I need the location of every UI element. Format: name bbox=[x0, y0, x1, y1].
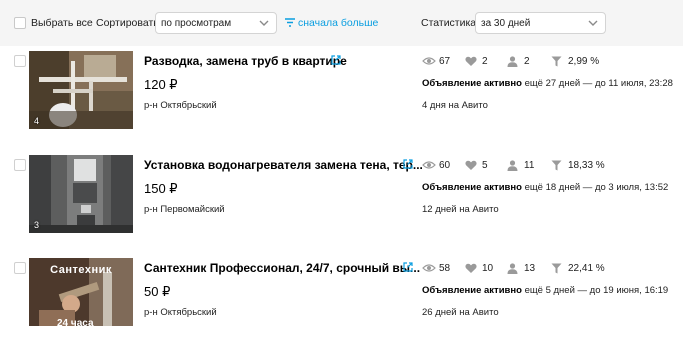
listing-row: 3 Установка водонагревателя замена тена,… bbox=[0, 155, 683, 251]
listing-days-on-site: 26 дней на Авито bbox=[422, 307, 499, 318]
person-icon bbox=[507, 160, 518, 171]
listing-district: р-н Первомайский bbox=[144, 204, 225, 215]
heart-icon bbox=[465, 263, 477, 273]
conversion-value: 18,33 % bbox=[568, 160, 605, 171]
favorites-count: 2 bbox=[482, 56, 488, 67]
listing-status: Объявление активно ещё 18 дней — до 3 ию… bbox=[422, 182, 668, 193]
select-all-label[interactable]: Выбрать все bbox=[31, 17, 93, 29]
listing-title[interactable]: Установка водонагревателя замена тена, т… bbox=[144, 158, 423, 172]
listing-title[interactable]: Разводка, замена труб в квартире bbox=[144, 54, 347, 68]
listing-checkbox[interactable] bbox=[14, 262, 26, 274]
photo-overlay-text: Сантехник bbox=[50, 264, 112, 276]
listing-photo[interactable]: Сантехник 24 часа bbox=[29, 258, 133, 326]
listing-district: р-н Октябрьский bbox=[144, 307, 217, 318]
funnel-icon bbox=[551, 263, 562, 274]
photo-count: 4 bbox=[34, 116, 40, 126]
status-expiry: ещё 18 дней — до 3 июля, 13:52 bbox=[524, 182, 669, 193]
contacts-count: 11 bbox=[524, 160, 535, 171]
listing-district: р-н Октябрьский bbox=[144, 100, 217, 111]
favorites-count: 5 bbox=[482, 160, 488, 171]
stats-period-select[interactable]: за 30 дней bbox=[475, 12, 606, 34]
eye-icon bbox=[422, 264, 436, 272]
select-all-checkbox[interactable] bbox=[14, 17, 26, 29]
stats-period-value: за 30 дней bbox=[481, 18, 531, 29]
heart-icon bbox=[465, 56, 477, 66]
status-expiry: ещё 27 дней — до 11 июля, 23:28 bbox=[524, 78, 673, 89]
listing-price: 120 ₽ bbox=[144, 77, 178, 92]
conversion-value: 2,99 % bbox=[568, 56, 600, 67]
status-active-label: Объявление активно bbox=[422, 285, 522, 296]
views-count: 67 bbox=[439, 56, 451, 67]
listing-photo-image bbox=[29, 155, 133, 233]
eye-icon bbox=[422, 161, 436, 169]
heart-icon bbox=[465, 160, 477, 170]
listing-price: 150 ₽ bbox=[144, 181, 178, 196]
sort-label: Сортировать bbox=[96, 17, 159, 29]
listings-toolbar: Выбрать все Сортировать по просмотрам сн… bbox=[0, 0, 683, 46]
listing-status: Объявление активно ещё 27 дней — до 11 и… bbox=[422, 78, 673, 89]
external-link-icon[interactable] bbox=[331, 55, 341, 65]
listing-days-on-site: 12 дней на Авито bbox=[422, 204, 499, 215]
sort-select-value: по просмотрам bbox=[161, 18, 232, 29]
listing-status: Объявление активно ещё 5 дней — до 19 ию… bbox=[422, 285, 668, 296]
person-icon bbox=[507, 56, 518, 67]
status-expiry: ещё 5 дней — до 19 июня, 16:19 bbox=[524, 285, 669, 296]
status-active-label: Объявление активно bbox=[422, 182, 522, 193]
eye-icon bbox=[422, 57, 436, 65]
photo-overlay-subtext: 24 часа bbox=[57, 318, 94, 326]
conversion-value: 22,41 % bbox=[568, 263, 605, 274]
contacts-count: 13 bbox=[524, 263, 536, 274]
funnel-icon bbox=[551, 160, 562, 171]
photo-count: 3 bbox=[34, 220, 40, 230]
sort-direction-label: сначала больше bbox=[298, 17, 379, 29]
listing-photo-image bbox=[29, 51, 133, 129]
listing-row: 4 Разводка, замена труб в квартире 120 ₽… bbox=[0, 51, 683, 147]
external-link-icon[interactable] bbox=[403, 262, 413, 272]
chevron-down-icon bbox=[259, 20, 269, 26]
chevron-down-icon bbox=[588, 20, 598, 26]
listing-price: 50 ₽ bbox=[144, 284, 171, 299]
external-link-icon[interactable] bbox=[403, 159, 413, 169]
listing-photo[interactable]: 3 bbox=[29, 155, 133, 233]
views-count: 58 bbox=[439, 263, 451, 274]
listing-checkbox[interactable] bbox=[14, 55, 26, 67]
sort-direction-toggle[interactable]: сначала больше bbox=[285, 17, 378, 29]
sort-descending-icon bbox=[285, 18, 295, 27]
views-count: 60 bbox=[439, 160, 451, 171]
listing-days-on-site: 4 дня на Авито bbox=[422, 100, 488, 111]
listing-checkbox[interactable] bbox=[14, 159, 26, 171]
listing-title[interactable]: Сантехник Профессионал, 24/7, срочный вы… bbox=[144, 261, 420, 275]
contacts-count: 2 bbox=[524, 56, 530, 67]
listing-photo[interactable]: 4 bbox=[29, 51, 133, 129]
sort-select[interactable]: по просмотрам bbox=[155, 12, 277, 34]
status-active-label: Объявление активно bbox=[422, 78, 522, 89]
listing-row: Сантехник 24 часа Сантехник Профессионал… bbox=[0, 258, 683, 345]
favorites-count: 10 bbox=[482, 263, 494, 274]
person-icon bbox=[507, 263, 518, 274]
stats-label: Статистика bbox=[421, 17, 477, 29]
funnel-icon bbox=[551, 56, 562, 67]
